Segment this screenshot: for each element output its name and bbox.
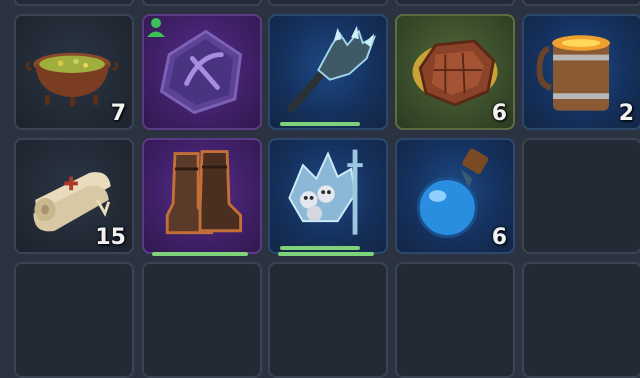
durability-bar — [152, 252, 248, 256]
inventory-slot-soup[interactable]: 7 — [14, 14, 134, 130]
inventory-slot-ice-mace[interactable] — [268, 14, 388, 130]
leather-boots-icon — [165, 150, 243, 235]
inventory-slot-empty[interactable] — [268, 262, 388, 378]
stack-count: 2 — [618, 101, 634, 126]
inventory-grid: 7 6 2 15 6 — [0, 0, 640, 378]
inventory-slot-empty[interactable] — [522, 262, 640, 378]
inventory-slot-boots[interactable] — [142, 138, 262, 254]
slot-partial[interactable] — [268, 0, 388, 6]
stack-count: 6 — [491, 225, 507, 250]
durability-bar — [280, 246, 360, 250]
slot-partial[interactable] — [142, 0, 262, 6]
inventory-slot-fire-mug[interactable]: 2 — [522, 14, 640, 130]
inventory-slot-leather-patch[interactable]: 6 — [395, 14, 515, 130]
inventory-slot-empty[interactable] — [14, 262, 134, 378]
durability-bar — [278, 252, 374, 256]
slot-partial[interactable] — [395, 0, 515, 6]
inventory-slot-ice-sword[interactable] — [268, 138, 388, 254]
stack-count: 6 — [491, 101, 507, 126]
stack-count: 7 — [110, 101, 126, 126]
ice-mace-icon — [287, 25, 377, 113]
inventory-slot-potion[interactable]: 6 — [395, 138, 515, 254]
inventory-slot-empty[interactable] — [395, 262, 515, 378]
slot-partial[interactable] — [14, 0, 134, 6]
durability-bar — [280, 122, 360, 126]
inventory-slot-empty[interactable] — [142, 262, 262, 378]
inventory-slot-bandage[interactable]: 15 — [14, 138, 134, 254]
user-badge-icon — [147, 18, 165, 37]
ice-skull-sword-icon — [288, 149, 363, 235]
stack-count: 15 — [95, 225, 126, 250]
inventory-slot-empty[interactable] — [522, 138, 640, 254]
slot-partial[interactable] — [522, 0, 640, 6]
